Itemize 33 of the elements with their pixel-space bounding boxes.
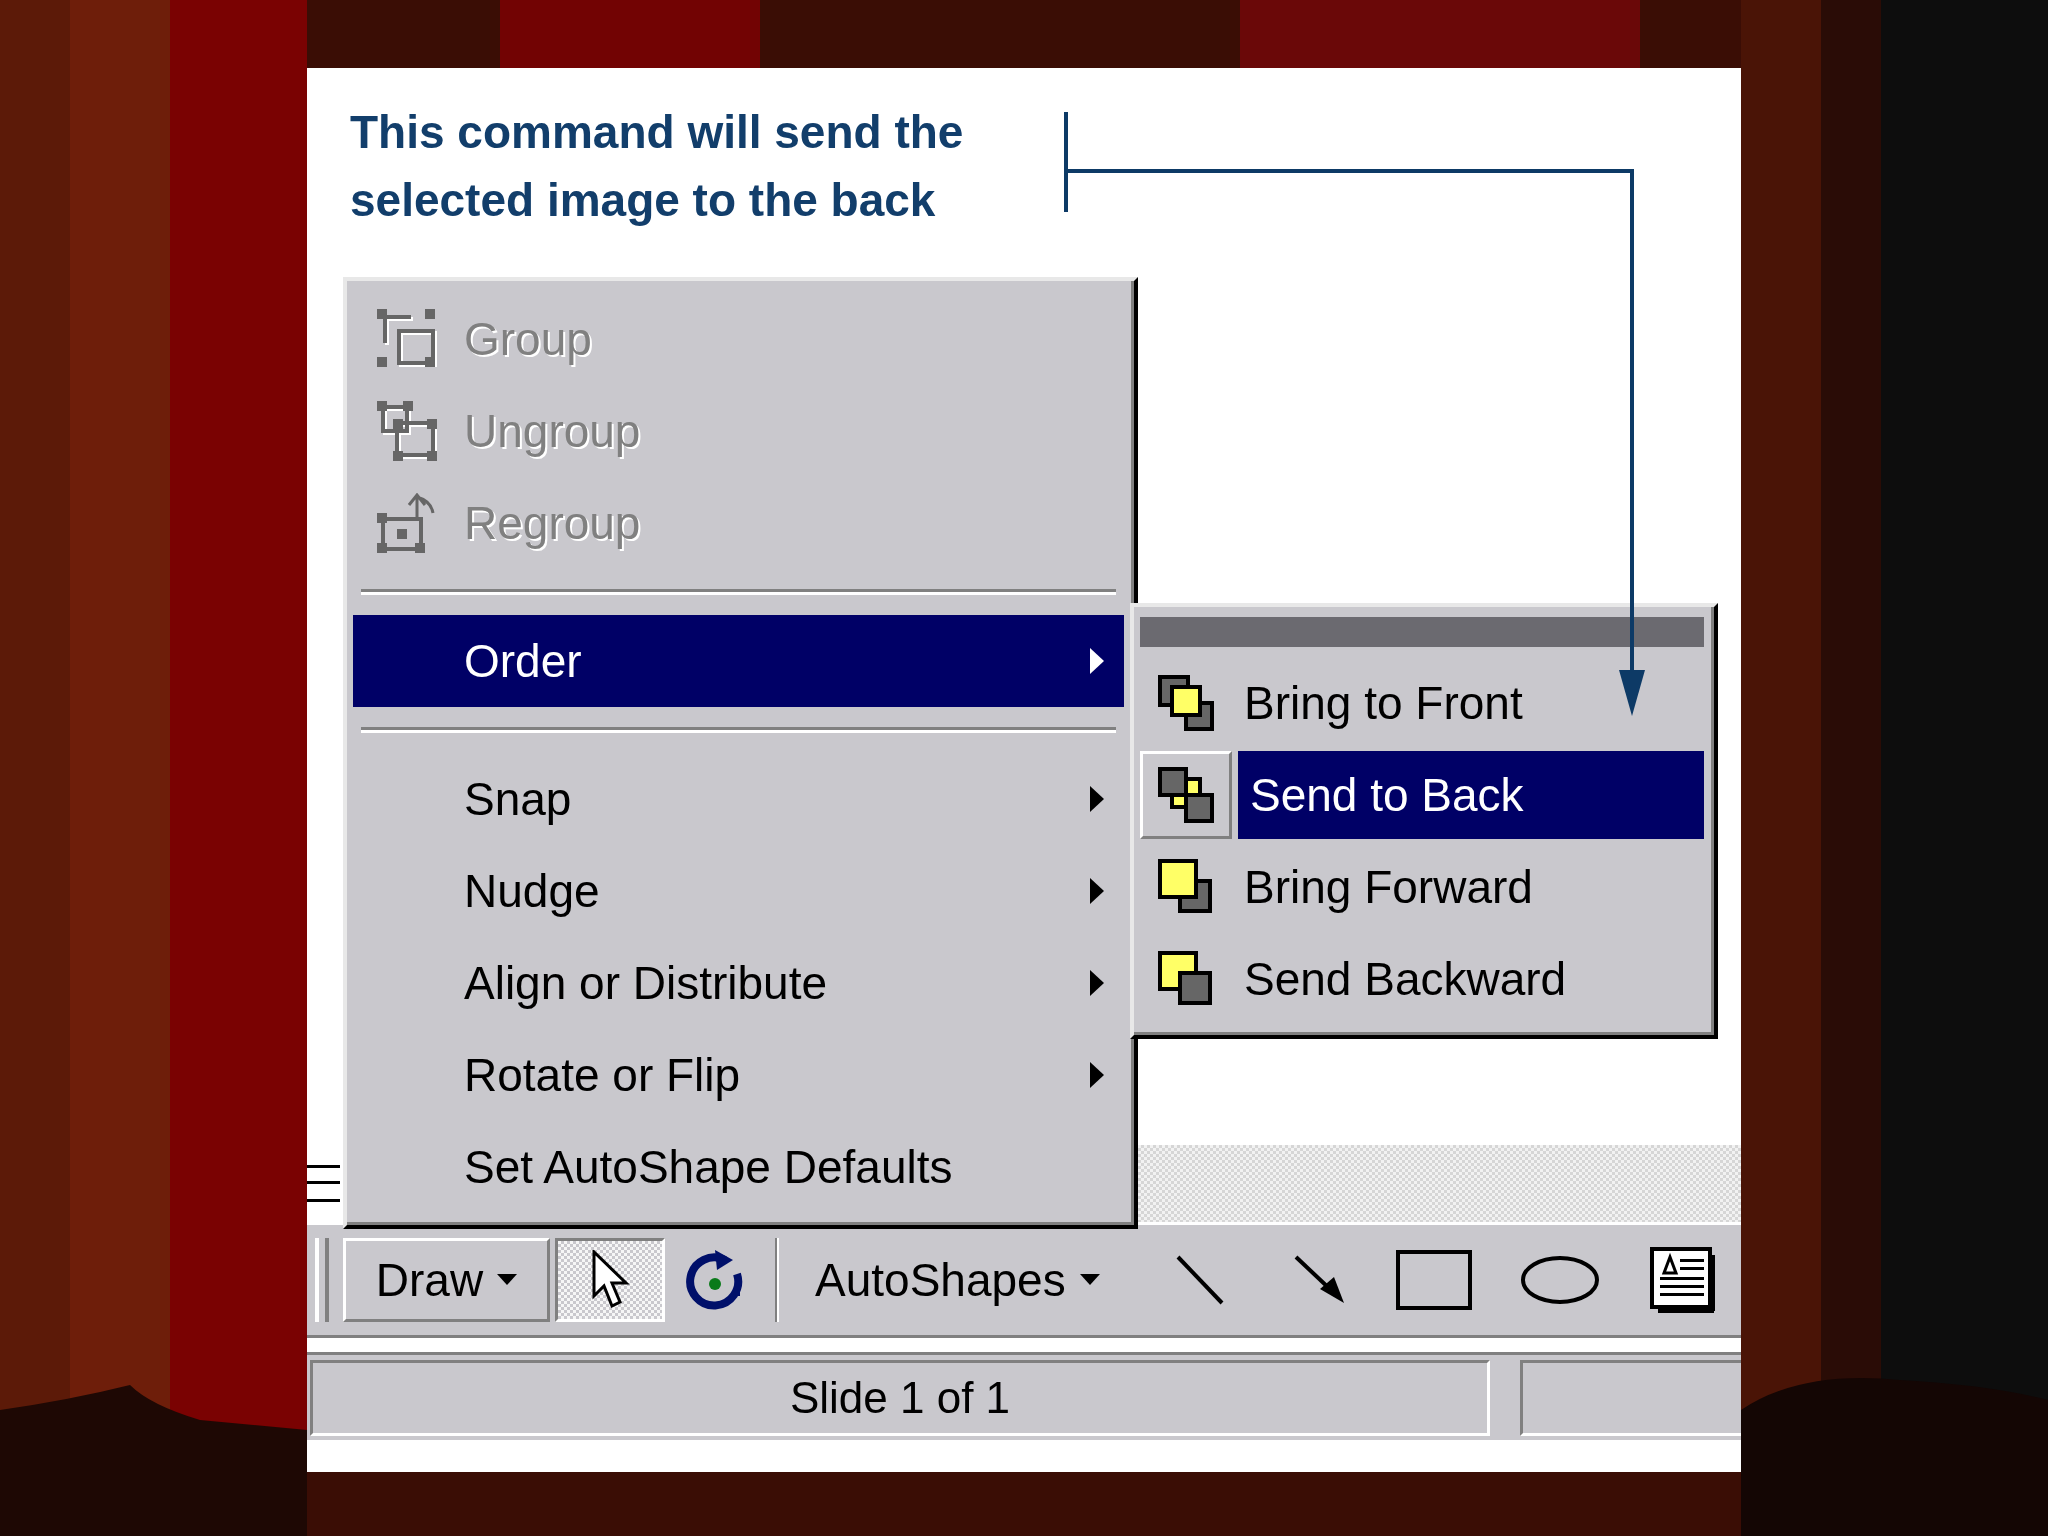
menu-item[interactable]: Bring to Front [1140,657,1704,749]
submenu-arrow-icon [1090,878,1104,904]
oval-icon[interactable] [1519,1255,1600,1305]
send-to-back-icon [1158,767,1214,823]
submenu-arrow-icon [1090,648,1104,674]
autoshapes-button[interactable]: AutoShapes [809,1238,1106,1322]
menu-item[interactable]: Order [353,615,1124,707]
text-box-icon[interactable] [1649,1247,1716,1313]
caret-icon [1079,1274,1100,1286]
bring-forward-icon [1158,859,1214,915]
callout-text: This command will send the selected image to the back [350,105,965,228]
slide-count-text: Slide 1 of 1 [789,1372,1011,1423]
submenu-arrow-icon [1090,786,1104,812]
line-icon[interactable] [1175,1255,1224,1305]
bring-to-front-icon [1158,675,1214,731]
submenu-arrow-icon [1090,1062,1104,1088]
rectangle-icon[interactable] [1395,1250,1472,1310]
caret-icon [497,1274,518,1286]
menu-item[interactable]: Snap [353,753,1124,845]
menu-item[interactable]: Rotate or Flip [353,1029,1124,1121]
select-pointer-button[interactable] [555,1238,665,1322]
submenu-arrow-icon [1090,970,1104,996]
menu-item[interactable]: Align or Distribute [353,937,1124,1029]
menu-item[interactable]: Bring Forward [1140,841,1704,933]
toolbar-grip[interactable] [315,1238,329,1322]
draw-button[interactable]: Draw [343,1238,550,1322]
send-backward-icon [1158,951,1214,1007]
menu-item[interactable]: Nudge [353,845,1124,937]
menu-item[interactable]: Send Backward [1140,933,1704,1025]
arrow-icon[interactable] [1293,1255,1346,1305]
menu-item[interactable]: Set AutoShape Defaults [353,1121,1124,1213]
rotate-icon[interactable] [685,1248,745,1312]
pointer-icon [590,1250,630,1310]
